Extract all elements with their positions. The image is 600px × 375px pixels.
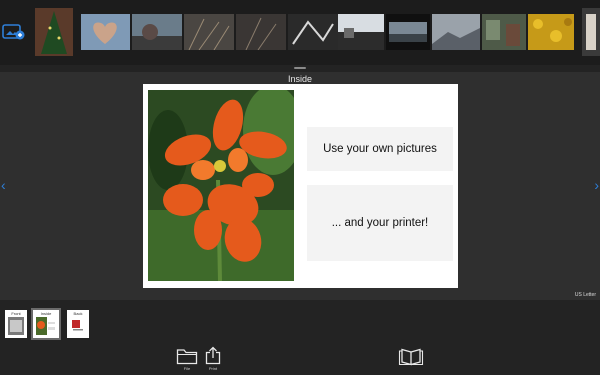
- prev-page-button[interactable]: ‹: [1, 178, 6, 192]
- file-label: File: [183, 366, 191, 371]
- file-button[interactable]: File: [176, 348, 198, 371]
- card-text-box[interactable]: Use your own pictures: [307, 127, 453, 171]
- card-page: Use your own pictures ... and your print…: [143, 84, 458, 288]
- card-editor: Inside ‹ › Use your own pictures ... and…: [0, 67, 600, 300]
- photo-thumb[interactable]: [338, 14, 384, 50]
- photo-thumb[interactable]: [432, 14, 480, 50]
- photo-thumb[interactable]: [81, 14, 130, 50]
- page-thumb-label: Inside: [40, 311, 52, 316]
- print-button[interactable]: Print: [205, 346, 221, 371]
- page-thumb-image: [8, 317, 24, 335]
- bottom-toolbar: File Print: [0, 338, 600, 375]
- card-photo[interactable]: [148, 90, 294, 281]
- next-page-button[interactable]: ›: [594, 178, 599, 192]
- photo-thumb[interactable]: [528, 14, 574, 50]
- page-thumb-front[interactable]: Front: [5, 310, 27, 338]
- page-thumb-label: Back: [73, 311, 83, 316]
- paper-size-label: US Letter: [574, 292, 596, 298]
- chevron-right-icon: ›: [594, 177, 599, 193]
- photo-thumb[interactable]: [288, 14, 338, 50]
- chevron-left-icon: ‹: [1, 177, 6, 193]
- photo-strip: [0, 0, 600, 65]
- share-icon: [205, 346, 221, 365]
- photo-thumb[interactable]: [35, 8, 73, 56]
- photo-thumb[interactable]: [482, 14, 526, 50]
- book-view-button[interactable]: [398, 348, 424, 366]
- photo-thumb[interactable]: [582, 8, 600, 56]
- drag-handle[interactable]: [294, 67, 306, 69]
- photo-library-button[interactable]: [2, 22, 26, 42]
- page-thumb-label: Front: [11, 311, 21, 316]
- folder-icon: [176, 349, 198, 365]
- photo-thumb[interactable]: [236, 14, 286, 50]
- photo-thumb[interactable]: [184, 14, 234, 50]
- photo-thumb[interactable]: [386, 14, 430, 50]
- card-text-box[interactable]: ... and your printer!: [307, 185, 453, 261]
- print-label: Print: [208, 366, 218, 371]
- photo-thumb[interactable]: [132, 14, 182, 50]
- open-book-icon: [398, 348, 424, 366]
- page-thumb-back[interactable]: Back: [67, 310, 89, 338]
- page-thumb-image: [36, 317, 55, 335]
- page-thumb-image: [70, 317, 86, 335]
- page-thumb-inside[interactable]: Inside: [31, 308, 61, 340]
- page-thumbnails: Front Inside Back: [0, 300, 600, 340]
- page-title: Inside: [287, 74, 313, 84]
- photo-library-icon: [2, 24, 25, 40]
